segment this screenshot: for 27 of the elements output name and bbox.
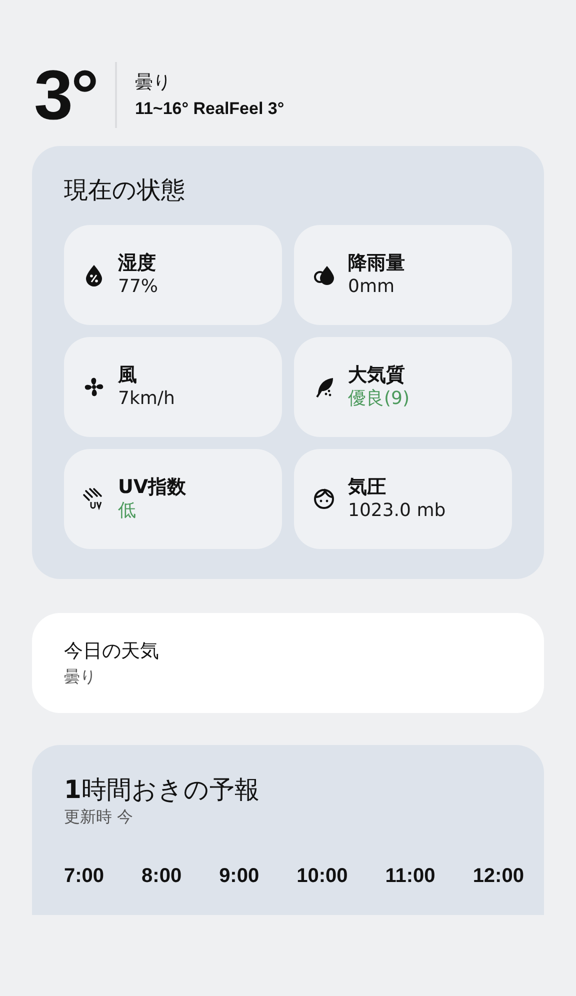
updated-time: 更新時 今 xyxy=(64,806,134,828)
tile-value: 0mm xyxy=(348,275,396,299)
temperature: 3° xyxy=(34,60,97,130)
tile-label: 風 xyxy=(118,362,138,388)
weather-summary: 曇り xyxy=(64,666,97,688)
condition-text: 曇り xyxy=(134,70,172,95)
tile-value: 優良(9) xyxy=(348,387,410,411)
tile-value: 低 xyxy=(118,499,137,523)
face-icon xyxy=(312,486,336,511)
hour-label: 10:00 xyxy=(296,864,348,890)
tile-label: 気圧 xyxy=(348,474,387,500)
tile-label: 降雨量 xyxy=(348,250,405,276)
hour-label: 7:00 xyxy=(64,864,104,890)
section-title: 1時間おきの予報 xyxy=(64,775,260,806)
tile-value: 1023.0 mb xyxy=(348,499,446,523)
tile-label: 湿度 xyxy=(118,250,157,276)
tile-label: 大気質 xyxy=(348,362,406,388)
section-title: 現在の状態 xyxy=(63,175,186,206)
card-title: 今日の天気 xyxy=(64,638,160,664)
temperature-range: 11~16° RealFeel 3° xyxy=(134,98,284,120)
hour-label: 8:00 xyxy=(142,864,182,890)
hour-label: 12:00 xyxy=(472,864,524,890)
tile-value: 77% xyxy=(118,275,158,299)
tile-label: UV指数 xyxy=(118,474,186,500)
hour-label: 9:00 xyxy=(219,864,260,890)
hour-label: 11:00 xyxy=(385,864,436,890)
tile-value: 7km/h xyxy=(118,387,175,411)
